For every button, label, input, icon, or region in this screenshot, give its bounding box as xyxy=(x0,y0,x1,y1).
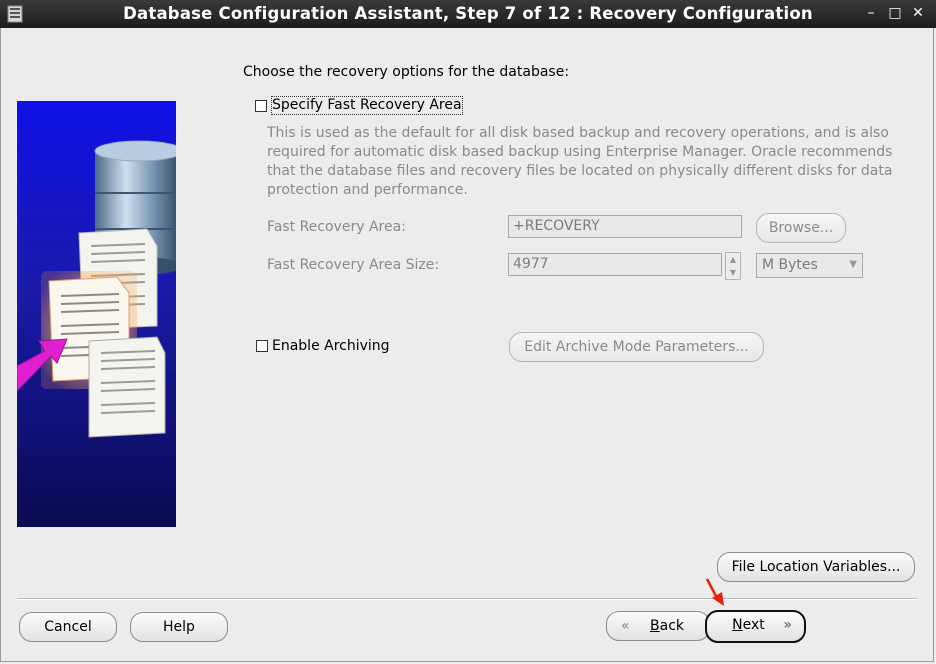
size-unit-value: M Bytes xyxy=(762,257,818,273)
fast-recovery-checkbox-label[interactable]: Specify Fast Recovery Area xyxy=(271,96,463,115)
close-icon[interactable]: ✕ xyxy=(909,3,927,23)
title-bar: Database Configuration Assistant, Step 7… xyxy=(0,0,936,28)
next-chevron-icon: » xyxy=(783,617,792,633)
spinner-down-icon[interactable]: ▼ xyxy=(726,266,740,279)
back-button[interactable]: « Back xyxy=(606,611,710,641)
footer-separator xyxy=(17,598,917,600)
back-chevron-icon: « xyxy=(621,618,630,634)
fast-recovery-size-field[interactable]: 4977 xyxy=(508,253,722,276)
fast-recovery-description: This is used as the default for all disk… xyxy=(267,125,893,198)
size-unit-select[interactable]: M Bytes ▼ xyxy=(756,253,863,278)
archiving-checkbox[interactable] xyxy=(256,340,268,352)
size-spinner[interactable]: ▲ ▼ xyxy=(725,252,741,280)
database-illustration xyxy=(17,101,176,527)
minimize-icon[interactable]: – xyxy=(862,3,880,23)
fast-recovery-size-label: Fast Recovery Area Size: xyxy=(267,257,440,273)
spinner-up-icon[interactable]: ▲ xyxy=(726,253,740,266)
archiving-checkbox-label[interactable]: Enable Archiving xyxy=(272,338,390,354)
dropdown-arrow-icon: ▼ xyxy=(849,259,857,270)
fast-recovery-checkbox-row[interactable]: Specify Fast Recovery Area xyxy=(255,96,463,115)
browse-button[interactable]: Browse... xyxy=(756,213,846,243)
cancel-button[interactable]: Cancel xyxy=(19,612,117,642)
annotation-arrow-icon xyxy=(705,578,724,606)
archiving-checkbox-row[interactable]: Enable Archiving xyxy=(256,338,390,354)
window-title: Database Configuration Assistant, Step 7… xyxy=(123,4,813,23)
file-location-variables-button[interactable]: File Location Variables... xyxy=(717,552,915,582)
next-button-label: Next xyxy=(732,617,765,633)
next-button[interactable]: Next » xyxy=(705,610,806,643)
fast-recovery-area-label: Fast Recovery Area: xyxy=(267,219,406,235)
help-button[interactable]: Help xyxy=(130,612,228,642)
intro-text: Choose the recovery options for the data… xyxy=(243,64,570,80)
fast-recovery-checkbox[interactable] xyxy=(255,99,267,112)
back-button-label: Back xyxy=(650,618,684,634)
fast-recovery-area-field[interactable]: +RECOVERY xyxy=(508,215,742,238)
edit-archive-mode-button[interactable]: Edit Archive Mode Parameters... xyxy=(509,332,764,362)
maximize-icon[interactable]: □ xyxy=(886,3,904,23)
